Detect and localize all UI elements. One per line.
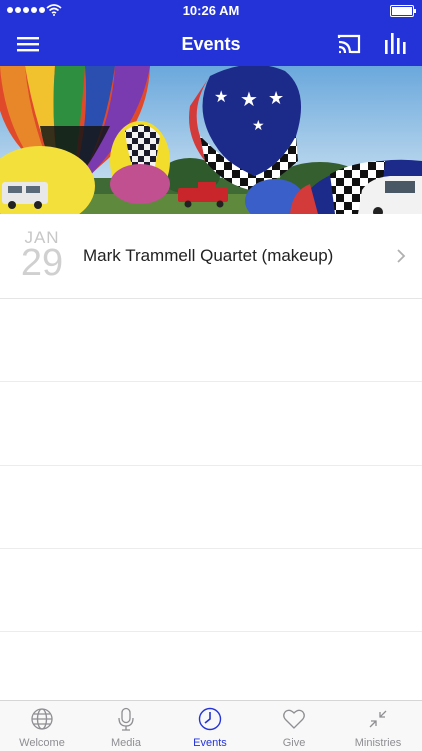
tab-label: Ministries — [354, 737, 402, 749]
heart-icon — [283, 709, 305, 729]
event-name: Mark Trammell Quartet (makeup) — [83, 246, 334, 265]
tab-label: Events — [193, 737, 227, 749]
status-time: 10:26 AM — [182, 3, 240, 18]
event-row[interactable]: JAN 29 Mark Trammell Quartet (makeup) — [0, 214, 422, 299]
svg-text:★: ★ — [268, 88, 284, 109]
empty-list-row — [0, 466, 422, 549]
tab-events[interactable]: Events — [168, 701, 252, 751]
cast-button[interactable] — [336, 32, 362, 56]
battery-icon — [390, 5, 416, 17]
tab-label: Media — [111, 737, 141, 749]
hero-image: ★ ★ ★ ★ ★ — [0, 66, 422, 214]
svg-text:★: ★ — [214, 87, 228, 106]
chevron-right-icon — [397, 249, 406, 263]
arrows-inward-icon — [369, 710, 387, 728]
tab-label: Welcome — [19, 737, 65, 749]
empty-list-row — [0, 298, 422, 382]
microphone-icon — [118, 707, 134, 731]
tab-label: Give — [282, 737, 306, 749]
clock-icon — [198, 707, 222, 731]
tab-give[interactable]: Give — [252, 701, 336, 751]
globe-icon — [31, 708, 53, 730]
tab-media[interactable]: Media — [84, 701, 168, 751]
tab-welcome[interactable]: Welcome — [0, 701, 84, 751]
tab-bar: Welcome Media Events Give Ministries — [0, 700, 422, 751]
svg-text:★: ★ — [240, 87, 258, 111]
event-day: 29 — [20, 242, 64, 284]
empty-list-row — [0, 549, 422, 632]
status-bar: 10:26 AM — [0, 0, 422, 22]
nav-bar: Events — [0, 22, 422, 66]
empty-list-row — [0, 382, 422, 466]
svg-text:★: ★ — [252, 118, 265, 134]
stats-button[interactable] — [382, 30, 408, 56]
tab-ministries[interactable]: Ministries — [336, 701, 420, 751]
